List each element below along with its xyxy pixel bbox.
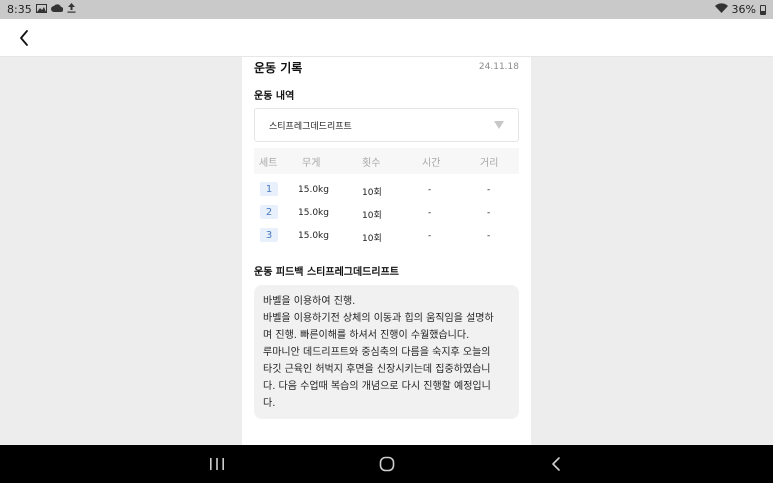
- battery-icon: [760, 4, 766, 15]
- back-button[interactable]: [12, 26, 36, 50]
- recent-apps-button[interactable]: [204, 452, 230, 476]
- upload-icon: [67, 3, 76, 16]
- set-number-badge: 2: [260, 205, 278, 219]
- table-header: 세트 무게 횟수 시간 거리: [254, 148, 519, 174]
- time-cell: -: [428, 231, 432, 241]
- wifi-icon: [714, 3, 728, 16]
- feedback-line: 바벨을 이용하기전 상체의 이동과 힙의 움직임을 설명하: [263, 313, 494, 324]
- record-header: 운동 기록 24.11.18: [254, 58, 519, 76]
- status-time: 8:35: [7, 3, 32, 16]
- feedback-text-box: 바벨을 이용하여 진행. 바벨을 이용하기전 상체의 이동과 힙의 움직임을 설…: [254, 285, 519, 419]
- column-weight: 무게: [302, 158, 321, 169]
- distance-cell: -: [487, 208, 491, 218]
- feedback-section-title: 운동 피드백 스티프레그데드리프트: [254, 267, 399, 278]
- home-icon: [379, 456, 395, 472]
- exercise-record-card: 운동 기록 24.11.18 운동 내역 스티프레그데드리프트 세트 무게 횟수…: [242, 57, 531, 445]
- chevron-left-icon: [20, 30, 28, 46]
- status-right: 36%: [714, 3, 766, 16]
- recent-apps-icon: [210, 458, 224, 470]
- column-reps: 횟수: [362, 158, 381, 169]
- feedback-line: 며 진행. 빠른이해를 하셔서 진행이 수월했습니다.: [263, 330, 470, 341]
- record-title: 운동 기록: [254, 60, 303, 75]
- app-bar: [0, 19, 773, 57]
- set-number-badge: 3: [260, 228, 278, 242]
- column-distance: 거리: [480, 158, 499, 169]
- back-nav-button[interactable]: [543, 452, 569, 476]
- time-cell: -: [428, 208, 432, 218]
- dropdown-arrow-icon: [494, 121, 504, 129]
- reps-cell: 10회: [362, 234, 382, 244]
- feedback-line: 타깃 근육인 허벅지 후면을 신장시키는데 집중하였습니: [263, 364, 491, 375]
- column-time: 시간: [422, 158, 441, 169]
- feedback-line: 루마니안 데드리프트와 중심축의 다름을 숙지후 오늘의: [263, 347, 491, 358]
- back-chevron-icon: [552, 457, 560, 471]
- weight-cell: 15.0kg: [298, 185, 329, 195]
- navigation-bar: [0, 445, 773, 483]
- table-row: 2 15.0kg 10회 - -: [254, 205, 519, 223]
- table-row: 1 15.0kg 10회 - -: [254, 182, 519, 200]
- reps-cell: 10회: [362, 211, 382, 221]
- history-section-title: 운동 내역: [254, 91, 295, 102]
- feedback-line: 다.: [263, 398, 276, 409]
- distance-cell: -: [487, 185, 491, 195]
- status-bar: 8:35 36%: [0, 0, 773, 19]
- status-left: 8:35: [7, 3, 76, 16]
- time-cell: -: [428, 185, 432, 195]
- image-icon: [35, 3, 47, 16]
- set-number-badge: 1: [260, 182, 278, 196]
- feedback-line: 다. 다음 수업때 복습의 개념으로 다시 진행할 예정입니: [263, 381, 491, 392]
- exercise-select[interactable]: 스티프레그데드리프트: [254, 108, 519, 142]
- weight-cell: 15.0kg: [298, 231, 329, 241]
- exercise-select-value: 스티프레그데드리프트: [269, 121, 352, 132]
- weight-cell: 15.0kg: [298, 208, 329, 218]
- cloud-icon: [50, 4, 64, 15]
- record-date: 24.11.18: [478, 62, 519, 72]
- reps-cell: 10회: [362, 188, 382, 198]
- distance-cell: -: [487, 231, 491, 241]
- home-button[interactable]: [374, 452, 400, 476]
- battery-percent: 36%: [731, 3, 756, 16]
- table-row: 3 15.0kg 10회 - -: [254, 228, 519, 246]
- column-set: 세트: [259, 158, 278, 169]
- feedback-line: 바벨을 이용하여 진행.: [263, 296, 356, 307]
